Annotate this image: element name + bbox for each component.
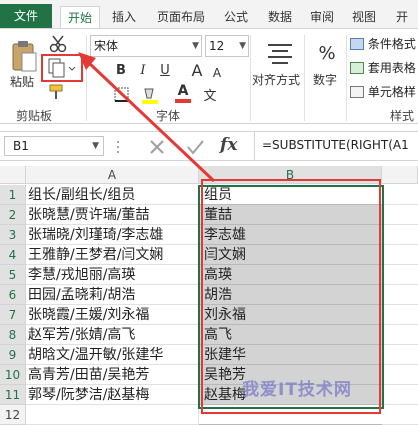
annotation-arrow [78,52,216,183]
